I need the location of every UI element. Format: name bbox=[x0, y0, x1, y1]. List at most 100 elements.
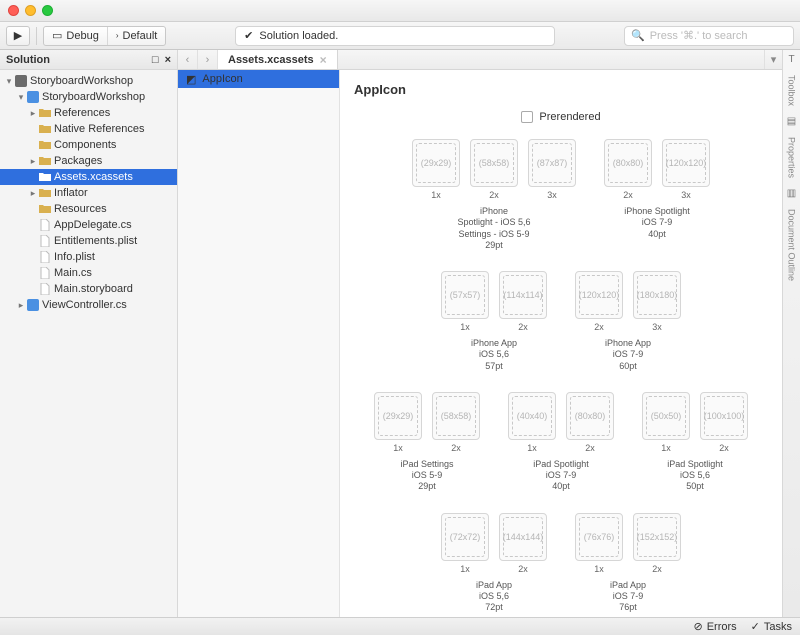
icon-group: (57x57)1x(114x114)2xiPhone App iOS 5,6 5… bbox=[441, 271, 547, 372]
run-button[interactable]: ▶ bbox=[6, 26, 30, 46]
tree-item[interactable]: Native References bbox=[0, 121, 177, 137]
tree-item[interactable]: AppDelegate.cs bbox=[0, 217, 177, 233]
properties-tab-icon[interactable]: ▤ bbox=[787, 116, 796, 127]
image-well[interactable]: (58x58) bbox=[470, 139, 518, 187]
tree-item[interactable]: ▸ Inflator bbox=[0, 185, 177, 201]
toolbox-tab-icon[interactable]: T bbox=[788, 54, 794, 65]
asset-item-label: AppIcon bbox=[202, 73, 242, 85]
asset-item-appicon[interactable]: ◩ AppIcon bbox=[178, 70, 339, 88]
prerendered-row: Prerendered bbox=[352, 111, 770, 123]
sidebar-close-icon[interactable]: × bbox=[165, 54, 171, 66]
tree-item[interactable]: Entitlements.plist bbox=[0, 233, 177, 249]
chevron-right-icon: › bbox=[116, 31, 119, 40]
sidebar-title: Solution bbox=[6, 54, 50, 66]
window-titlebar bbox=[0, 0, 800, 22]
scale-label: 2x bbox=[719, 443, 729, 453]
solution-tree[interactable]: ▾StoryboardWorkshop▾StoryboardWorkshop▸R… bbox=[0, 70, 177, 617]
tree-item[interactable]: ▾ StoryboardWorkshop bbox=[0, 89, 177, 105]
solution-sidebar: Solution □× ▾StoryboardWorkshop▾Storyboa… bbox=[0, 50, 178, 617]
image-well[interactable]: (152x152) bbox=[633, 513, 681, 561]
disclosure-icon[interactable]: ▾ bbox=[4, 76, 14, 87]
tab-overflow-button[interactable]: ▾ bbox=[764, 50, 782, 69]
hammer-icon: ▭ bbox=[52, 29, 62, 42]
folder-icon bbox=[38, 107, 52, 119]
search-input[interactable]: 🔍 Press '⌘.' to search bbox=[624, 26, 794, 46]
tree-item[interactable]: Components bbox=[0, 137, 177, 153]
image-well[interactable]: (80x80) bbox=[604, 139, 652, 187]
icon-group: (72x72)1x(144x144)2xiPad App iOS 5,6 72p… bbox=[441, 513, 547, 614]
disclosure-icon[interactable]: ▸ bbox=[28, 156, 38, 167]
tree-item-label: StoryboardWorkshop bbox=[40, 91, 145, 103]
tree-item-label: Main.cs bbox=[52, 267, 92, 279]
scale-label: 2x bbox=[652, 564, 662, 574]
image-well[interactable]: (100x100) bbox=[700, 392, 748, 440]
tree-item-label: Inflator bbox=[52, 187, 88, 199]
image-well[interactable]: (120x120) bbox=[662, 139, 710, 187]
errors-button[interactable]: ⊘Errors bbox=[693, 620, 736, 633]
image-well[interactable]: (50x50) bbox=[642, 392, 690, 440]
scale-label: 1x bbox=[460, 322, 470, 332]
tree-item[interactable]: Main.cs bbox=[0, 265, 177, 281]
sidebar-pin-icon[interactable]: □ bbox=[152, 54, 159, 66]
image-well-placeholder: (57x57) bbox=[445, 275, 485, 315]
tree-item[interactable]: Assets.xcassets bbox=[0, 169, 177, 185]
nav-forward-button[interactable]: › bbox=[198, 50, 218, 69]
image-well[interactable]: (87x87) bbox=[528, 139, 576, 187]
file-icon bbox=[38, 251, 52, 263]
tree-item-label: ViewController.cs bbox=[40, 299, 127, 311]
tree-item[interactable]: ▾StoryboardWorkshop bbox=[0, 73, 177, 89]
minimize-window-icon[interactable] bbox=[25, 5, 36, 16]
image-well[interactable]: (80x80) bbox=[566, 392, 614, 440]
tree-item[interactable]: ▸ ViewController.cs bbox=[0, 297, 177, 313]
image-well[interactable]: (57x57) bbox=[441, 271, 489, 319]
scale-label: 2x bbox=[594, 322, 604, 332]
document-outline-tab[interactable]: Document Outline bbox=[787, 209, 797, 281]
image-well[interactable]: (180x180) bbox=[633, 271, 681, 319]
properties-tab[interactable]: Properties bbox=[787, 137, 797, 178]
group-label: iPhone Spotlight - iOS 5,6 Settings - iO… bbox=[457, 206, 530, 251]
group-label: iPhone App iOS 5,6 57pt bbox=[471, 338, 517, 372]
image-well-placeholder: (152x152) bbox=[637, 517, 677, 557]
tree-item[interactable]: ▸References bbox=[0, 105, 177, 121]
tab-assets[interactable]: Assets.xcassets × bbox=[218, 50, 338, 69]
tree-item[interactable]: ▸Packages bbox=[0, 153, 177, 169]
close-icon[interactable]: × bbox=[320, 53, 327, 67]
scale-label: 3x bbox=[681, 190, 691, 200]
image-well-placeholder: (120x120) bbox=[666, 143, 706, 183]
nav-back-button[interactable]: ‹ bbox=[178, 50, 198, 69]
image-well-placeholder: (80x80) bbox=[608, 143, 648, 183]
scale-label: 1x bbox=[431, 190, 441, 200]
disclosure-icon[interactable]: ▸ bbox=[28, 108, 38, 119]
image-well[interactable]: (58x58) bbox=[432, 392, 480, 440]
prerendered-checkbox[interactable] bbox=[521, 111, 533, 123]
image-well[interactable]: (114x114) bbox=[499, 271, 547, 319]
asset-canvas[interactable]: AppIcon Prerendered (29x29)1x(58x58)2x(8… bbox=[340, 70, 782, 617]
run-configuration[interactable]: ▭Debug ›Default bbox=[43, 26, 166, 46]
zoom-window-icon[interactable] bbox=[42, 5, 53, 16]
close-window-icon[interactable] bbox=[8, 5, 19, 16]
tree-item[interactable]: Main.storyboard bbox=[0, 281, 177, 297]
tree-item[interactable]: Resources bbox=[0, 201, 177, 217]
disclosure-icon[interactable]: ▾ bbox=[16, 92, 26, 103]
image-well[interactable]: (29x29) bbox=[412, 139, 460, 187]
tasks-button[interactable]: ✓Tasks bbox=[751, 620, 792, 633]
image-well[interactable]: (40x40) bbox=[508, 392, 556, 440]
toolbox-tab[interactable]: Toolbox bbox=[787, 75, 797, 106]
image-well[interactable]: (29x29) bbox=[374, 392, 422, 440]
image-well[interactable]: (72x72) bbox=[441, 513, 489, 561]
image-well[interactable]: (76x76) bbox=[575, 513, 623, 561]
scale-label: 2x bbox=[451, 443, 461, 453]
icon-group: (29x29)1x(58x58)2xiPad Settings iOS 5-9 … bbox=[374, 392, 480, 493]
image-well[interactable]: (120x120) bbox=[575, 271, 623, 319]
asset-list[interactable]: ◩ AppIcon bbox=[178, 70, 340, 617]
main-toolbar: ▶ ▭Debug ›Default ✔ Solution loaded. 🔍 P… bbox=[0, 22, 800, 50]
disclosure-icon[interactable]: ▸ bbox=[16, 300, 26, 311]
right-rail: T Toolbox ▤ Properties ▥ Document Outlin… bbox=[782, 50, 800, 617]
tree-item[interactable]: Info.plist bbox=[0, 249, 177, 265]
image-well[interactable]: (144x144) bbox=[499, 513, 547, 561]
image-well-placeholder: (114x114) bbox=[503, 275, 543, 315]
icon-group: (120x120)2x(180x180)3xiPhone App iOS 7-9… bbox=[575, 271, 681, 372]
outline-tab-icon[interactable]: ▥ bbox=[787, 188, 796, 199]
proj-icon bbox=[26, 299, 40, 311]
disclosure-icon[interactable]: ▸ bbox=[28, 188, 38, 199]
